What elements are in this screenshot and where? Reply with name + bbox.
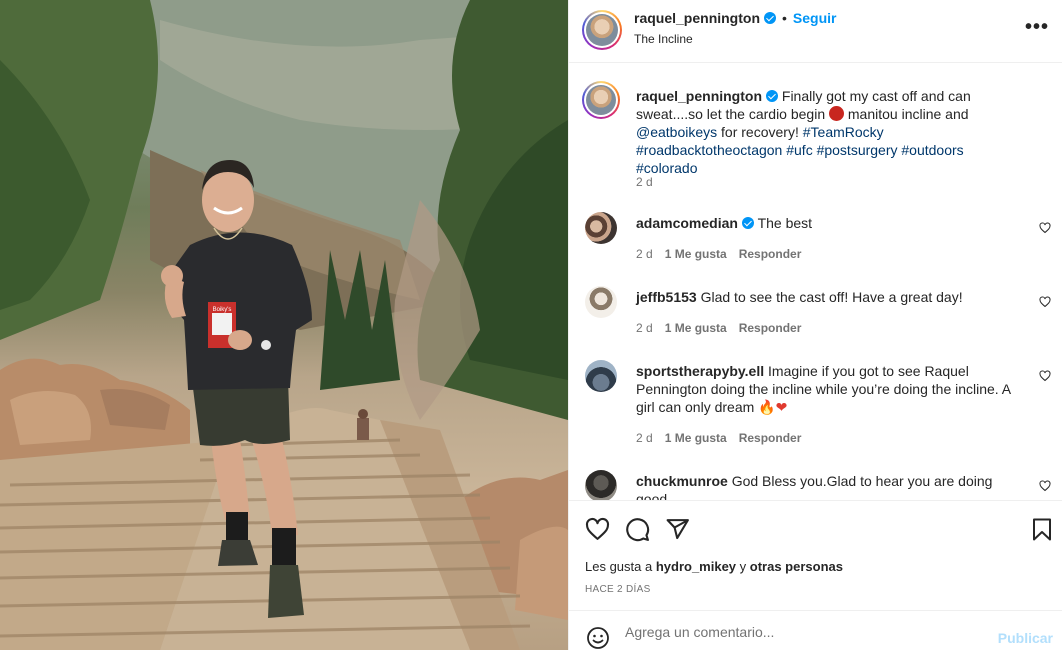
comment-age: 2 d xyxy=(636,431,653,445)
emoji-icon[interactable] xyxy=(586,626,610,650)
separator-dot: • xyxy=(782,10,787,26)
share-icon[interactable] xyxy=(665,517,690,542)
caption-mention-link[interactable]: @eatboikeys xyxy=(636,124,717,140)
comment-heart-icon[interactable] xyxy=(1039,480,1051,492)
comment-icon[interactable] xyxy=(625,517,650,542)
likes-others-link[interactable]: otras personas xyxy=(750,559,843,574)
post-timestamp[interactable]: HACE 2 DÍAS xyxy=(585,584,651,595)
likes-summary[interactable]: Les gusta a hydro_mikey y otras personas xyxy=(585,559,843,574)
angry-face-emoji-icon xyxy=(829,106,844,121)
comment-item: jeffb5153 Glad to see the cast off! Have… xyxy=(585,286,1051,346)
caption-author-avatar[interactable] xyxy=(582,81,620,119)
reply-button[interactable]: Responder xyxy=(739,431,802,445)
comment-username[interactable]: jeffb5153 xyxy=(636,289,697,305)
fire-heart-emoji: 🔥❤ xyxy=(758,399,788,415)
comment-likes[interactable]: 1 Me gusta xyxy=(665,247,727,261)
caption-part-3: for recovery! xyxy=(717,124,803,140)
likes-user-link[interactable]: hydro_mikey xyxy=(656,559,736,574)
comment-heart-icon[interactable] xyxy=(1039,296,1051,308)
comments-list[interactable]: raquel_pennington Finally got my cast of… xyxy=(569,64,1062,500)
add-comment-bar: Publicar xyxy=(569,610,1062,650)
comment-likes[interactable]: 1 Me gusta xyxy=(665,321,727,335)
comment-avatar[interactable] xyxy=(585,470,617,500)
comment-age: 2 d xyxy=(636,321,653,335)
post-photo[interactable]: Boiky's xyxy=(0,0,568,650)
comment-item: sportstherapyby.ell Imagine if you got t… xyxy=(585,360,1051,450)
photo-scene: Boiky's xyxy=(0,0,568,650)
comment-username[interactable]: adamcomedian xyxy=(636,215,738,231)
comment-avatar[interactable] xyxy=(585,286,617,318)
caption-part-2: manitou incline and xyxy=(844,106,969,122)
bookmark-icon[interactable] xyxy=(1031,517,1053,542)
heart-icon[interactable] xyxy=(585,517,610,542)
comment-body: Glad to see the cast off! Have a great d… xyxy=(700,289,963,305)
author-username[interactable]: raquel_pennington xyxy=(634,10,760,26)
comment-text: adamcomedian The best xyxy=(636,214,1028,232)
likes-mid: y xyxy=(736,559,750,574)
author-avatar[interactable] xyxy=(582,10,622,50)
verified-icon xyxy=(741,217,754,229)
likes-prefix: Les gusta a xyxy=(585,559,656,574)
post-caption: raquel_pennington Finally got my cast of… xyxy=(582,81,1045,194)
comment-avatar[interactable] xyxy=(585,212,617,244)
post-actions: Les gusta a hydro_mikey y otras personas… xyxy=(569,500,1062,610)
comment-text: chuckmunroe God Bless you.Glad to hear y… xyxy=(636,472,1028,500)
card-label: Boiky's xyxy=(213,307,232,313)
comment-text: jeffb5153 Glad to see the cast off! Have… xyxy=(636,288,1028,306)
verified-icon xyxy=(766,90,778,102)
caption-text: raquel_pennington Finally got my cast of… xyxy=(636,87,1028,177)
comment-meta: 2 d 1 Me gusta Responder xyxy=(636,321,813,335)
verified-icon xyxy=(764,12,776,24)
follow-button[interactable]: Seguir xyxy=(793,10,837,26)
publish-button[interactable]: Publicar xyxy=(998,630,1053,646)
reply-button[interactable]: Responder xyxy=(739,321,802,335)
comment-text: sportstherapyby.ell Imagine if you got t… xyxy=(636,362,1028,416)
comment-item: chuckmunroe God Bless you.Glad to hear y… xyxy=(585,470,1051,500)
comment-username[interactable]: sportstherapyby.ell xyxy=(636,363,764,379)
comment-avatar[interactable] xyxy=(585,360,617,392)
comment-input[interactable] xyxy=(625,621,985,643)
caption-username[interactable]: raquel_pennington xyxy=(636,88,762,104)
more-options-icon[interactable]: ••• xyxy=(1025,16,1049,39)
comment-heart-icon[interactable] xyxy=(1039,370,1051,382)
comment-meta: 2 d 1 Me gusta Responder xyxy=(636,431,813,445)
comment-body: The best xyxy=(757,215,813,231)
comment-username[interactable]: chuckmunroe xyxy=(636,473,728,489)
reply-button[interactable]: Responder xyxy=(739,247,802,261)
comment-age: 2 d xyxy=(636,247,653,261)
comment-meta: 2 d 1 Me gusta Responder xyxy=(636,247,813,261)
comment-item: adamcomedian The best 2 d 1 Me gusta Respo… xyxy=(585,212,1051,272)
post-detail-panel: raquel_pennington • Seguir The Incline •••… xyxy=(568,0,1062,650)
post-header: raquel_pennington • Seguir The Incline ••• xyxy=(569,0,1062,63)
post-location[interactable]: The Incline xyxy=(634,32,693,46)
comment-likes[interactable]: 1 Me gusta xyxy=(665,431,727,445)
caption-age: 2 d xyxy=(636,175,653,189)
comment-heart-icon[interactable] xyxy=(1039,222,1051,234)
caption-meta: 2 d xyxy=(636,175,665,189)
